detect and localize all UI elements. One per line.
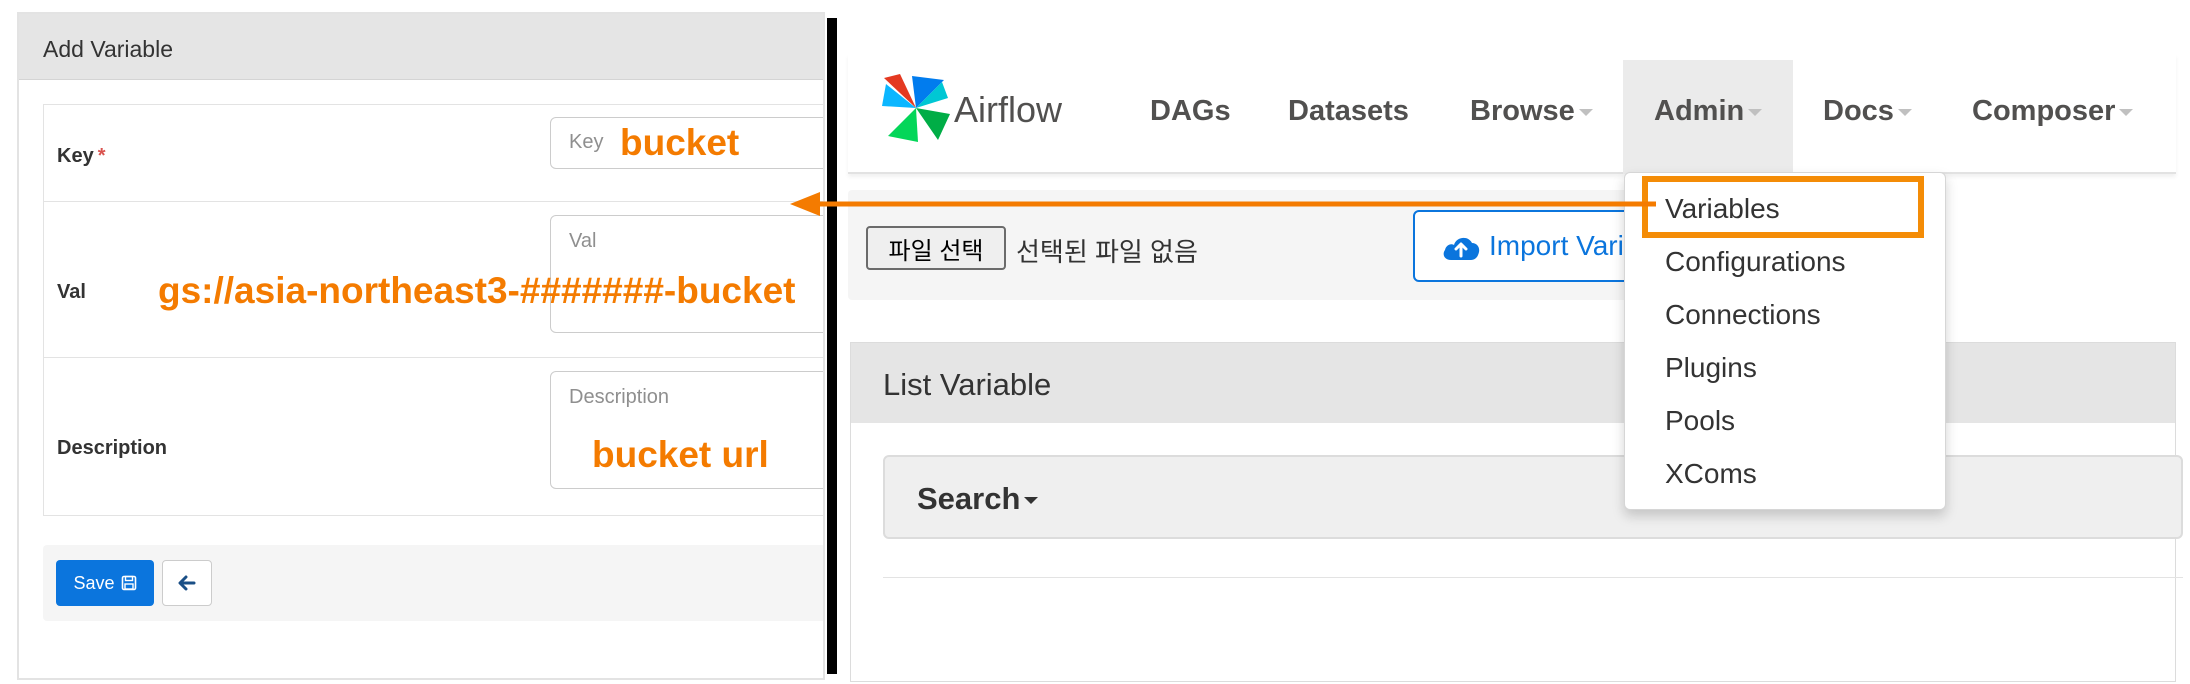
form-actions: Save — [43, 545, 823, 621]
row-divider — [44, 357, 823, 358]
description-annotation: bucket url — [592, 434, 769, 475]
add-variable-panel: Add Variable Key * Key Val Val Descriptio… — [17, 12, 825, 680]
menu-item-configurations[interactable]: Configurations — [1665, 246, 1846, 278]
row-divider — [44, 201, 823, 202]
nav-admin[interactable]: Admin — [1654, 95, 1763, 128]
caret-down-icon — [1748, 108, 1763, 116]
save-label: Save — [73, 572, 115, 593]
key-label: Key * — [57, 145, 106, 167]
list-variable-panel: List Variable Search — [850, 342, 2183, 682]
nav-composer[interactable]: Composer — [1972, 95, 2134, 128]
arrow-left-icon — [178, 575, 196, 591]
variables-highlight-box — [1642, 176, 1924, 238]
menu-item-xcoms[interactable]: XComs — [1665, 458, 1757, 490]
caret-down-icon — [1024, 497, 1039, 505]
search-label: Search — [917, 481, 1039, 517]
annotation-arrow — [790, 192, 1656, 216]
panel-header: Add Variable — [19, 14, 823, 80]
airflow-navbar: Airflow DAGs Datasets Browse Admin Docs … — [848, 54, 2176, 174]
menu-item-connections[interactable]: Connections — [1665, 299, 1821, 331]
nav-dags[interactable]: DAGs — [1150, 95, 1231, 128]
caret-down-icon — [1578, 108, 1593, 116]
panel-title: Add Variable — [43, 36, 173, 62]
key-placeholder: Key — [569, 131, 604, 153]
back-button[interactable] — [162, 560, 212, 606]
search-toggle[interactable]: Search — [883, 455, 2183, 539]
menu-item-plugins[interactable]: Plugins — [1665, 352, 1757, 384]
nav-datasets[interactable]: Datasets — [1288, 95, 1409, 128]
val-placeholder: Val — [569, 230, 597, 252]
menu-item-pools[interactable]: Pools — [1665, 405, 1735, 437]
nav-docs[interactable]: Docs — [1823, 95, 1912, 128]
caret-down-icon — [2119, 108, 2134, 116]
brand-name[interactable]: Airflow — [954, 89, 1062, 131]
list-divider — [883, 577, 2183, 578]
list-title: List Variable — [883, 367, 1052, 402]
airflow-pinwheel-logo-icon[interactable] — [878, 70, 954, 146]
caret-down-icon — [1897, 108, 1912, 116]
val-label: Val — [57, 281, 86, 303]
required-mark: * — [97, 145, 106, 167]
nav-browse[interactable]: Browse — [1470, 95, 1593, 128]
screenshot-divider — [827, 18, 837, 674]
description-label: Description — [57, 437, 168, 459]
key-annotation: bucket — [620, 122, 740, 163]
val-annotation: gs://asia-northeast3-#######-bucket — [158, 270, 796, 311]
save-button[interactable]: Save — [56, 560, 154, 606]
list-header: List Variable — [851, 343, 2175, 423]
floppy-disk-icon — [121, 575, 136, 591]
description-placeholder: Description — [569, 386, 670, 408]
